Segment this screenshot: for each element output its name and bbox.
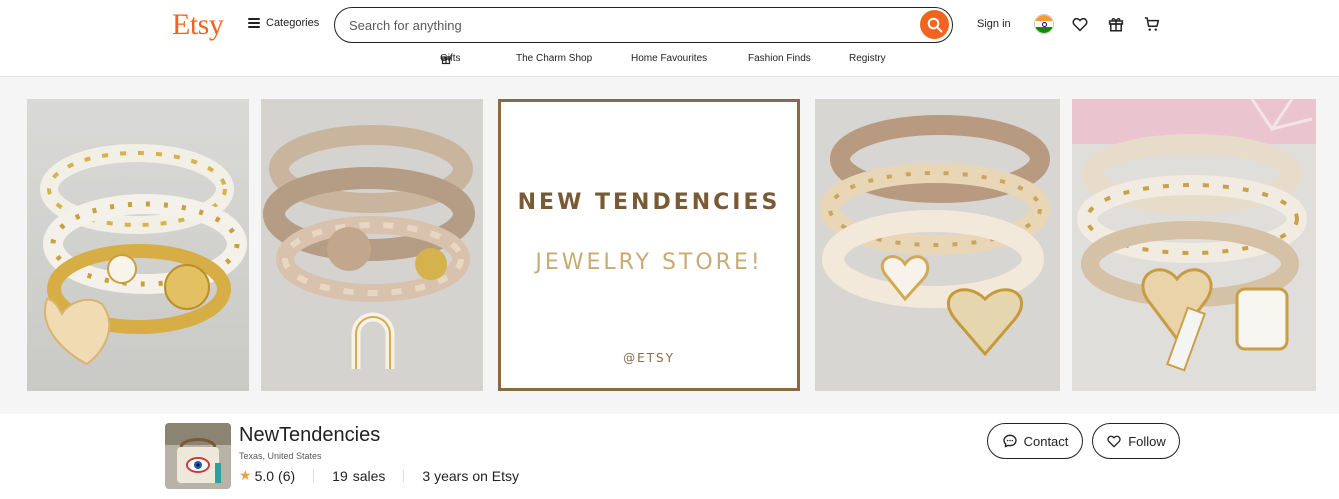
shop-years-suffix: on Etsy — [472, 467, 520, 484]
categories-label: Categories — [266, 17, 320, 29]
cart-icon — [1144, 17, 1160, 31]
banner-photo-4 — [1072, 99, 1316, 391]
menu-icon — [248, 18, 260, 28]
shop-location: Texas, United States — [239, 451, 322, 461]
banner-footer: @ETSY — [623, 351, 675, 365]
shop-banner: NEW TENDENCIES JEWELRY STORE! @ETSY — [0, 77, 1339, 414]
shop-years: 3 years — [422, 467, 469, 484]
gift-icon — [1108, 18, 1124, 32]
stats-divider — [313, 469, 315, 482]
subnav-gifts[interactable]: Gifts — [440, 53, 461, 65]
favorites-button[interactable] — [1070, 14, 1090, 34]
subnav-home-favourites[interactable]: Home Favourites — [631, 53, 707, 64]
stats-divider — [403, 469, 405, 482]
contact-button[interactable]: Contact — [987, 423, 1083, 459]
banner-photo-2 — [261, 99, 483, 391]
shop-avatar[interactable] — [165, 423, 231, 489]
subnav-charm-shop[interactable]: The Charm Shop — [516, 53, 592, 64]
shop-sales-label: sales — [352, 467, 386, 484]
banner-title: NEW TENDENCIES — [517, 190, 781, 215]
follow-label: Follow — [1128, 433, 1166, 449]
india-flag-icon — [1035, 15, 1053, 33]
subnav-registry[interactable]: Registry — [849, 53, 886, 64]
shop-sales-count: 19 — [332, 467, 348, 484]
shop-rating: 5.0 — [254, 467, 275, 484]
subnav-gifts-label: Gifts — [440, 53, 461, 64]
search-bar — [334, 7, 953, 43]
heart-icon — [1107, 435, 1121, 448]
banner-photo-3 — [815, 99, 1060, 391]
contact-label: Contact — [1023, 433, 1069, 449]
search-input[interactable] — [349, 16, 909, 34]
site-header: Etsy Categories Sign in — [0, 0, 1339, 77]
star-icon: ★ — [239, 467, 252, 483]
heart-icon — [1072, 17, 1088, 32]
shop-stats: ★ 5.0 (6) 19 sales 3 years on Etsy — [239, 467, 519, 484]
shop-name[interactable]: NewTendencies — [239, 424, 380, 447]
banner-subtitle: JEWELRY STORE! — [535, 250, 763, 275]
subnav-fashion-finds[interactable]: Fashion Finds — [748, 53, 811, 64]
banner-shop-logo: NEW TENDENCIES JEWELRY STORE! @ETSY — [498, 99, 800, 391]
search-icon — [927, 17, 942, 32]
region-flag-button[interactable] — [1034, 14, 1054, 34]
categories-button[interactable]: Categories — [248, 17, 319, 29]
sign-in-link[interactable]: Sign in — [977, 18, 1011, 30]
gift-button[interactable] — [1106, 14, 1126, 34]
shop-review-count[interactable]: (6) — [278, 468, 295, 484]
cart-button[interactable] — [1142, 14, 1162, 34]
chat-icon — [1002, 434, 1017, 448]
follow-button[interactable]: Follow — [1092, 423, 1180, 459]
search-button[interactable] — [920, 10, 949, 39]
sub-navigation: Gifts The Charm Shop Home Favourites Fas… — [0, 53, 1339, 67]
etsy-logo[interactable]: Etsy — [172, 8, 224, 42]
banner-photo-1 — [27, 99, 249, 391]
